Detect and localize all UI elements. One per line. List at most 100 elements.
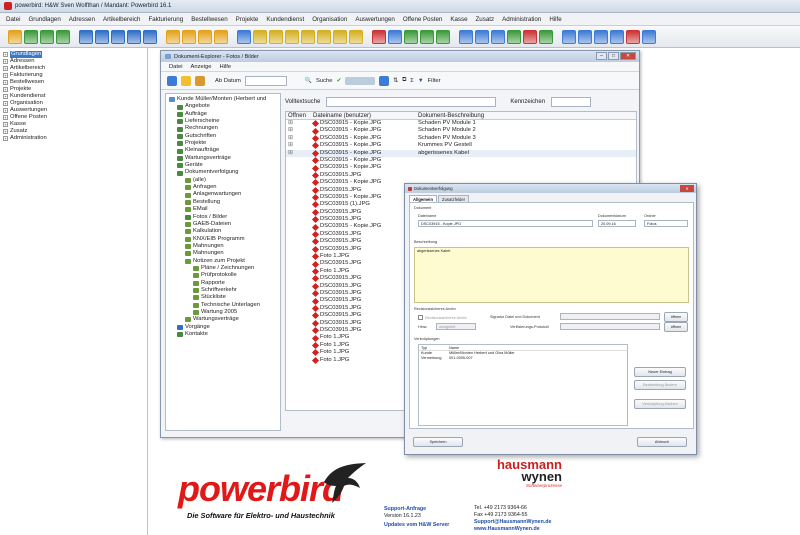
toolbar-button-icon[interactable] <box>372 29 386 44</box>
toolbar-button-icon[interactable] <box>388 29 402 44</box>
row-open-cell[interactable] <box>286 334 313 341</box>
doc-tree-item[interactable]: EMail <box>169 206 280 213</box>
checkmark-icon[interactable]: ✔ <box>336 78 341 84</box>
row-open-cell[interactable] <box>286 164 313 171</box>
row-open-cell[interactable] <box>286 253 313 260</box>
abbruch-button[interactable]: Abbruch <box>637 437 687 447</box>
beschreibung-textarea[interactable]: abgerissenes Kabel <box>414 247 689 303</box>
expand-toggle-icon[interactable]: + <box>3 80 8 85</box>
menu-item[interactable]: Datei <box>6 16 20 23</box>
row-open-cell[interactable] <box>286 268 313 275</box>
menu-item[interactable]: Grundlagen <box>28 16 60 23</box>
sort-icon[interactable]: ⇅ <box>393 78 398 84</box>
toolbar-button-icon[interactable] <box>79 29 93 44</box>
protokoll-oeffnen-button[interactable]: öffnen <box>664 322 688 332</box>
doc-tree-item[interactable]: Bestellung <box>169 199 280 206</box>
expand-toggle-icon[interactable]: + <box>3 73 8 78</box>
row-open-cell[interactable] <box>286 157 313 164</box>
dokumentdatum-field[interactable]: 20.09.16 <box>598 220 636 227</box>
row-open-cell[interactable] <box>286 231 313 238</box>
menu-item[interactable]: Organisation <box>312 16 347 23</box>
doc-tree-item[interactable]: Kontakte <box>169 331 280 338</box>
email-link[interactable]: Support@HausmannWynen.de <box>474 519 551 526</box>
expand-toggle-icon[interactable]: + <box>3 108 8 113</box>
row-open-cell[interactable] <box>286 209 313 216</box>
row-open-cell[interactable] <box>286 327 313 334</box>
link-row[interactable]: Vermerkung 001-0005-007 <box>419 356 627 361</box>
doc-tree-item[interactable]: Pläne / Zeichnungen <box>169 265 280 272</box>
toolbar-button-icon[interactable] <box>459 29 473 44</box>
doc-tree-item[interactable]: Mahnungen <box>169 250 280 257</box>
row-open-cell[interactable] <box>286 312 313 319</box>
maximize-button[interactable]: □ <box>608 52 619 60</box>
toolbar-button-icon[interactable] <box>127 29 141 44</box>
doc-tree-item[interactable]: Kalkulation <box>169 228 280 235</box>
doc-tree-item[interactable]: Rapporte <box>169 280 280 287</box>
doc-tree-item[interactable]: KNX/EIB Programm <box>169 236 280 243</box>
row-open-cell[interactable] <box>286 283 313 290</box>
toolbar-button-icon[interactable] <box>333 29 347 44</box>
menu-item[interactable]: Kasse <box>450 16 467 23</box>
expand-toggle-icon[interactable]: + <box>3 52 8 57</box>
doc-tree-item[interactable]: Geräte <box>169 162 280 169</box>
toolbar-button-icon[interactable] <box>198 29 212 44</box>
bearbeitung-aendern-button[interactable]: Bearbeitung Ändern <box>634 380 686 390</box>
doc-tree-item[interactable]: Vorgänge <box>169 324 280 331</box>
doc-tree-item[interactable]: Lieferscheine <box>169 118 280 125</box>
row-open-cell[interactable]: ⊞ <box>286 127 313 134</box>
uebernehmen-button[interactable] <box>345 76 376 85</box>
toolbar-button-icon[interactable] <box>349 29 363 44</box>
sidebar-item[interactable]: + Bestellwesen <box>3 79 147 86</box>
row-open-cell[interactable] <box>286 260 313 267</box>
doc-tree-item[interactable]: Anfragen <box>169 184 280 191</box>
toolbar-button-icon[interactable] <box>214 29 228 44</box>
menu-item[interactable]: Zusatz <box>476 16 495 23</box>
expand-toggle-icon[interactable]: + <box>3 94 8 99</box>
col-dateiname[interactable]: Dateiname (benutzer) <box>313 112 418 119</box>
archiv-checkbox[interactable] <box>418 315 423 320</box>
back-icon[interactable] <box>167 75 177 86</box>
document-row[interactable]: DSC03915 - Kopie.JPG <box>286 157 636 165</box>
row-open-cell[interactable] <box>286 305 313 312</box>
document-row[interactable]: ⊞ DSC03915 - Kopie.JPG abgerissenes Kabel <box>286 149 636 157</box>
doc-tree-item[interactable]: Wartungsverträge <box>169 155 280 162</box>
expand-toggle-icon[interactable]: + <box>3 87 8 92</box>
toolbar-button-icon[interactable] <box>594 29 608 44</box>
toolbar-button-icon[interactable] <box>420 29 434 44</box>
toolbar-button-icon[interactable] <box>610 29 624 44</box>
doc-tree-item[interactable]: Wartungsverträge <box>169 316 280 323</box>
row-open-cell[interactable] <box>286 320 313 327</box>
doc-tree-item[interactable]: Dokumentverfolgung <box>169 169 280 176</box>
menu-item[interactable]: Adressen <box>69 16 95 23</box>
menu-item[interactable]: Administration <box>502 16 541 23</box>
toolbar-button-icon[interactable] <box>578 29 592 44</box>
toolbar-button-icon[interactable] <box>642 29 656 44</box>
expand-toggle-icon[interactable]: + <box>3 136 8 141</box>
web-link[interactable]: www.HausmannWynen.de <box>474 526 551 533</box>
document-row[interactable]: ⊞ DSC03915 - Kopie.JPG Schaden PV Module 2 <box>286 127 636 135</box>
volltext-input[interactable] <box>326 97 497 107</box>
sidebar-item[interactable]: + Artikelbereich <box>3 65 147 72</box>
updates-link[interactable]: Updates vom H&W Server <box>384 522 449 529</box>
row-open-cell[interactable] <box>286 246 313 253</box>
doc-tree-item[interactable]: Schriftverkehr <box>169 287 280 294</box>
toolbar-button-icon[interactable] <box>182 29 196 44</box>
toolbar-button-icon[interactable] <box>8 29 22 44</box>
doc-tree-item[interactable]: Wartung 2005 <box>169 309 280 316</box>
row-open-cell[interactable] <box>286 201 313 208</box>
col-oeffnen[interactable]: Öffnen <box>286 112 313 119</box>
edit-icon[interactable] <box>379 75 390 86</box>
doc-tree-item[interactable]: Mahnungen <box>169 243 280 250</box>
toolbar-button-icon[interactable] <box>317 29 331 44</box>
doc-tree-item[interactable]: Projekte <box>169 140 280 147</box>
toolbar-button-icon[interactable] <box>237 29 251 44</box>
row-open-cell[interactable] <box>286 179 313 186</box>
row-open-cell[interactable] <box>286 223 313 230</box>
signatur-oeffnen-button[interactable]: öffnen <box>664 312 688 322</box>
close-button[interactable]: ✕ <box>620 52 636 60</box>
home-icon[interactable] <box>181 75 191 86</box>
toolbar-button-icon[interactable] <box>253 29 267 44</box>
toolbar-button-icon[interactable] <box>285 29 299 44</box>
doc-tree-item[interactable]: Angebote <box>169 103 280 110</box>
toolbar-button-icon[interactable] <box>404 29 418 44</box>
